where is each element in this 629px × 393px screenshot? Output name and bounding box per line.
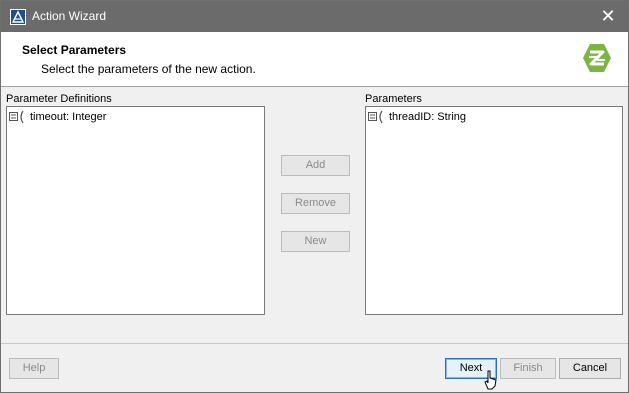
add-button[interactable]: Add [281, 155, 350, 176]
parameters-label: Parameters [365, 93, 422, 105]
parameter-definitions-list[interactable]: timeout: Integer [6, 106, 265, 315]
action-wizard-dialog: Action Wizard ✕ Select Parameters Select… [0, 0, 629, 393]
close-icon[interactable]: ✕ [594, 5, 622, 27]
list-item-label: threadID: String [389, 111, 467, 123]
app-icon [10, 9, 26, 25]
new-button[interactable]: New [281, 231, 350, 252]
title-bar: Action Wizard ✕ [1, 1, 628, 32]
wizard-logo-icon [581, 42, 613, 74]
wizard-header: Select Parameters Select the parameters … [1, 32, 628, 87]
parameters-list[interactable]: threadID: String [365, 106, 623, 315]
parameter-definitions-label: Parameter Definitions [6, 93, 112, 105]
list-item-label: timeout: Integer [30, 111, 107, 123]
mouse-pointer-icon [484, 370, 498, 390]
footer-divider [1, 343, 628, 344]
cancel-button[interactable]: Cancel [559, 358, 621, 379]
parameter-icon [9, 110, 27, 124]
page-title: Select Parameters [22, 43, 127, 57]
list-item[interactable]: threadID: String [368, 109, 466, 125]
finish-button[interactable]: Finish [500, 358, 556, 379]
remove-button[interactable]: Remove [281, 193, 350, 214]
list-item[interactable]: timeout: Integer [9, 109, 106, 125]
page-subtitle: Select the parameters of the new action. [41, 62, 256, 76]
window-title: Action Wizard [32, 9, 107, 23]
help-button[interactable]: Help [9, 358, 59, 379]
parameter-icon [368, 110, 386, 124]
